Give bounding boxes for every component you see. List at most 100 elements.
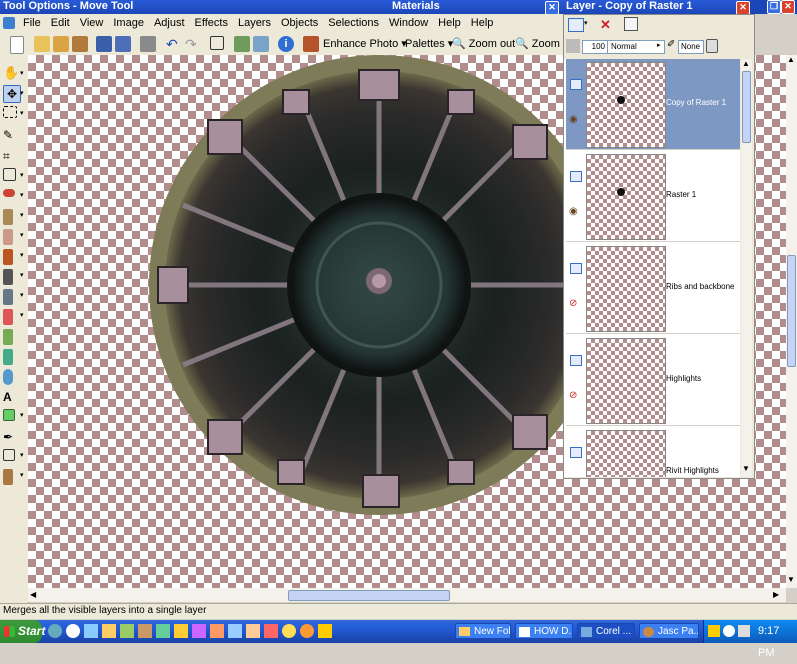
hidden-eye-icon[interactable]: ⊘ [569,298,577,309]
dropper-tool-icon[interactable]: ✎ [3,127,19,143]
quicklaunch-folder-icon[interactable] [102,624,116,638]
menu-selections[interactable]: Selections [323,15,384,32]
warp-brush-icon[interactable] [3,449,15,461]
selection-tool-icon[interactable] [3,106,17,118]
open-folder-icon[interactable] [34,36,50,52]
menu-effects[interactable]: Effects [190,15,233,32]
oil-brush-icon[interactable] [3,469,13,485]
layers-scrollbar[interactable]: ▲ ▼ [741,59,752,477]
new-file-icon[interactable] [10,36,24,54]
pen-tool-icon[interactable]: ✒ [3,429,19,445]
redo-icon[interactable]: ↷ [185,36,201,52]
eraser-tool-icon[interactable] [3,309,13,325]
menu-layers[interactable]: Layers [233,15,276,32]
undo-icon[interactable]: ↶ [166,36,182,52]
text-tool-icon[interactable]: A [3,389,19,405]
mask-select[interactable]: None [678,40,704,54]
opacity-field[interactable]: 100 [582,40,608,54]
picture-tube-icon[interactable] [3,329,13,345]
palettes-button[interactable]: Palettes ▾ [405,37,453,50]
visibility-eye-icon[interactable]: ◉ [569,206,578,217]
save-as-icon[interactable] [115,36,131,52]
start-button[interactable]: Start [0,620,45,643]
menu-window[interactable]: Window [384,15,433,32]
deform-tool-icon[interactable] [3,168,16,181]
quicklaunch-app5-icon[interactable] [192,624,206,638]
print-icon[interactable] [140,36,156,52]
menu-adjust[interactable]: Adjust [149,15,190,32]
materials-close-icon[interactable]: ✕ [545,1,559,15]
layers-scroll-thumb[interactable] [742,71,751,143]
scroll-right-arrow-icon[interactable]: ▶ [773,590,779,599]
info-icon[interactable]: i [278,36,294,52]
layer-palette-close-icon[interactable]: ✕ [736,1,750,15]
vertical-scroll-thumb[interactable] [787,255,796,367]
quicklaunch-app3-icon[interactable] [156,624,170,638]
app-close-icon[interactable]: ✕ [781,0,795,14]
quicklaunch-app12-icon[interactable] [318,624,332,638]
hidden-eye-icon[interactable]: ⊘ [569,390,577,401]
taskbar-item-jasc[interactable]: Jasc Pa... [639,623,699,639]
browser-icon[interactable] [234,36,250,52]
quicklaunch-browser-icon[interactable] [66,624,80,638]
crop-tool-icon[interactable]: ⌗ [3,148,19,164]
zoom-out-button[interactable]: 🔍 Zoom out [452,37,515,50]
crop-resize-icon[interactable] [210,36,224,50]
browse-icon[interactable] [53,36,69,52]
quicklaunch-app-icon[interactable] [120,624,134,638]
taskbar-item-new-folder[interactable]: New Fol... [455,623,511,639]
smudge-tool-icon[interactable] [3,289,13,305]
enhance-photo-icon[interactable] [303,36,319,52]
vertical-scrollbar[interactable]: ▲ ▼ [786,55,797,588]
enhance-photo-button[interactable]: Enhance Photo ▾ [323,37,407,50]
layer-row-raster-1[interactable]: ◉ Raster 1 [566,151,740,242]
taskbar-item-how-d[interactable]: HOW D... [515,623,573,639]
scan-icon[interactable] [72,36,88,52]
scratch-remover-icon[interactable] [3,229,13,245]
menu-file[interactable]: File [18,15,46,32]
color-replacer-icon[interactable] [3,369,13,385]
layer-row-copy-of-raster-1[interactable]: ◉ Copy of Raster 1 [566,59,740,150]
new-layer-icon[interactable] [568,18,584,32]
quicklaunch-app11-icon[interactable] [300,624,314,638]
scroll-up-arrow-icon[interactable]: ▲ [787,55,795,64]
layer-row-ribs-and-backbone[interactable]: ⊘ Ribs and backbone [566,243,740,334]
dodge-tool-icon[interactable] [3,269,13,285]
preset-shape-icon[interactable] [3,409,15,421]
visibility-eye-icon[interactable]: ◉ [569,114,578,125]
app-restore-icon[interactable]: ❐ [767,0,781,14]
quicklaunch-desktop-icon[interactable] [84,624,98,638]
menu-help-2[interactable]: Help [466,15,499,32]
tray-app-icon[interactable] [708,625,720,637]
taskbar-item-corel[interactable]: Corel ... [577,623,635,639]
menu-objects[interactable]: Objects [276,15,323,32]
blend-mode-arrow-icon[interactable]: ▸ [657,41,661,49]
quicklaunch-app4-icon[interactable] [174,624,188,638]
layer-row-highlights[interactable]: ⊘ Highlights [566,335,740,426]
scroll-down-arrow-icon[interactable]: ▼ [787,575,795,584]
quicklaunch-app9-icon[interactable] [264,624,278,638]
photo-icon[interactable] [253,36,269,52]
lock-icon[interactable] [706,39,718,53]
menu-edit[interactable]: Edit [46,15,75,32]
quicklaunch-app7-icon[interactable] [228,624,242,638]
quicklaunch-app10-icon[interactable] [282,624,296,638]
quicklaunch-app8-icon[interactable] [246,624,260,638]
flood-fill-icon[interactable] [3,349,13,365]
quicklaunch-app6-icon[interactable] [210,624,224,638]
tray-panda-icon[interactable] [723,625,735,637]
save-icon[interactable] [96,36,112,52]
new-layer-dropdown-icon[interactable]: ▾ [584,19,588,27]
scroll-left-arrow-icon[interactable]: ◀ [30,590,36,599]
horizontal-scrollbar[interactable]: ◀ ▶ [28,588,786,602]
menu-image[interactable]: Image [108,15,149,32]
pan-tool-icon[interactable]: ✋ [3,65,19,81]
paint-brush-icon[interactable] [3,249,13,265]
layers-scroll-down-icon[interactable]: ▼ [742,464,750,473]
tray-volume-icon[interactable] [738,625,750,637]
quicklaunch-app2-icon[interactable] [138,624,152,638]
layers-scroll-up-icon[interactable]: ▲ [742,59,750,68]
menu-help[interactable]: Help [433,15,466,32]
layer-properties-icon[interactable] [624,17,638,31]
move-tool-icon[interactable]: ✥ [3,85,21,103]
